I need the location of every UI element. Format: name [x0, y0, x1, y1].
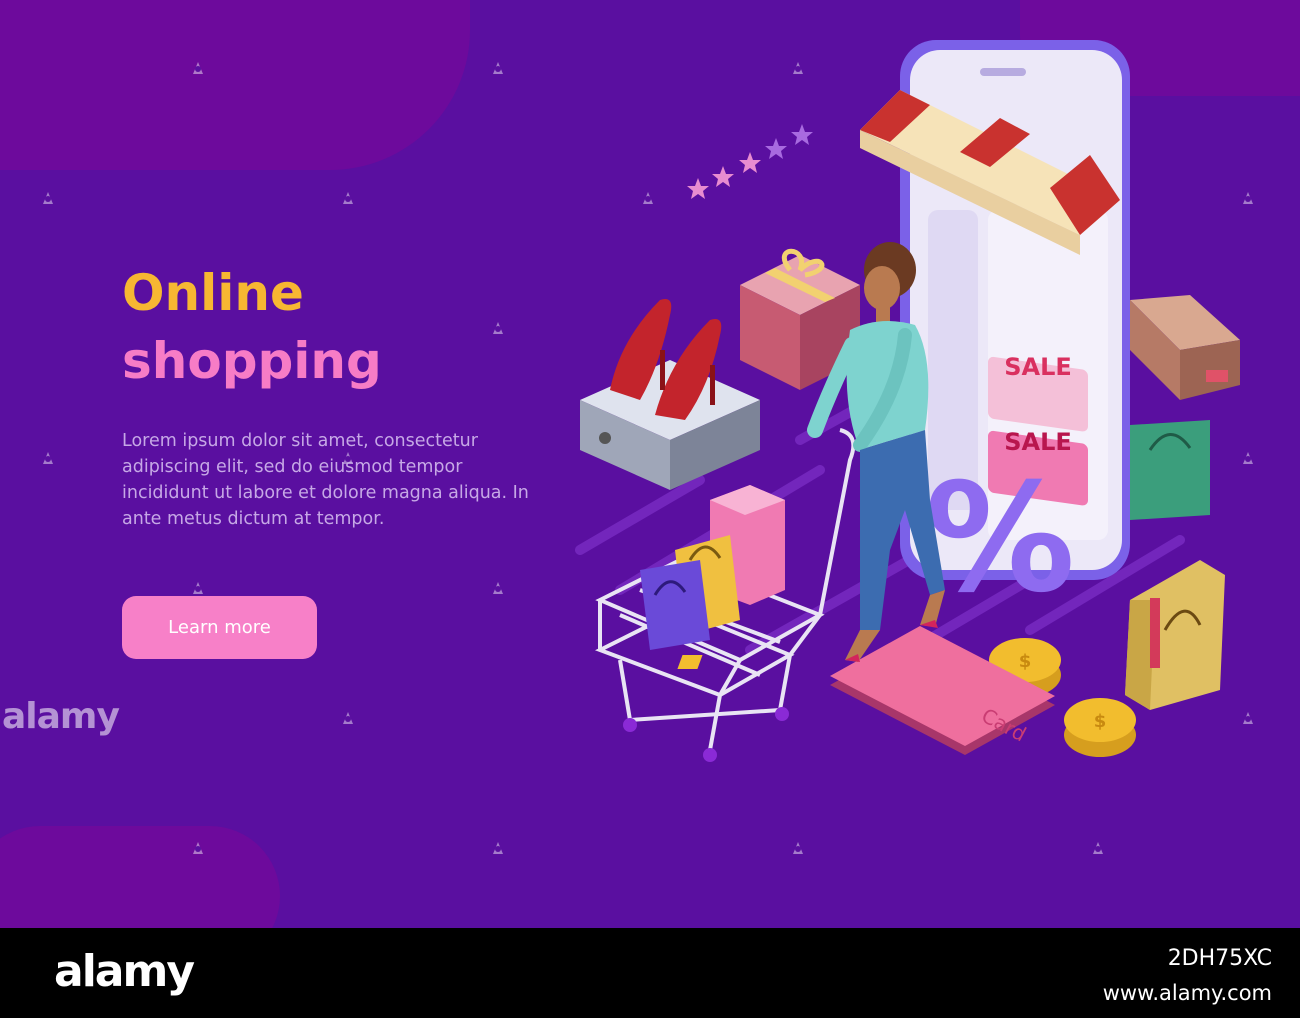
star-icon: [765, 138, 787, 159]
watermark-text: alamy: [2, 696, 120, 737]
watermark-icon: [343, 192, 353, 204]
shopping-bag-icon: [1130, 420, 1210, 520]
coin-symbol: $: [1094, 711, 1107, 732]
watermark-icon: [793, 842, 803, 854]
learn-more-button[interactable]: Learn more: [122, 596, 317, 659]
watermark-icon: [493, 322, 503, 334]
watermark-icon: [193, 842, 203, 854]
image-id: 2DH75XC: [1167, 946, 1272, 971]
decor-blob-bottom-left: [0, 826, 280, 928]
decor-blob-top-left: [0, 0, 470, 170]
shopping-bag-icon: [1125, 560, 1225, 710]
watermark-icon: [193, 582, 203, 594]
cart-bags: [640, 485, 785, 650]
hero-banner: alamy Online shopping Lorem ipsum dolor …: [0, 0, 1300, 928]
hero-description: Lorem ipsum dolor sit amet, consectetur …: [122, 431, 529, 529]
coin-symbol: $: [1019, 651, 1032, 672]
online-shopping-illustration: SALE SALE % $ $ Card: [575, 40, 1240, 762]
sale-tag-label-1: SALE: [1004, 353, 1072, 381]
footer-image-info: 2DH75XC www.alamy.com: [1103, 942, 1272, 1010]
hero-title-line2: shopping: [122, 332, 382, 390]
hero-title-line1: Online: [122, 264, 304, 322]
watermark-icon: [43, 192, 53, 204]
watermark-icon: [1093, 842, 1103, 854]
footer-logo: alamy: [54, 946, 195, 997]
watermark-icon: [493, 582, 503, 594]
watermark-icon: [343, 712, 353, 724]
watermark-icon: [43, 452, 53, 464]
footer-url: www.alamy.com: [1102, 981, 1272, 1005]
star-icon: [687, 178, 709, 199]
star-icon: [739, 152, 761, 173]
percent-sign-icon: %: [925, 452, 1075, 626]
watermark-icon: [193, 62, 203, 74]
watermark-icon: [493, 62, 503, 74]
rating-stars: [687, 124, 813, 199]
watermark-icon: [493, 842, 503, 854]
star-icon: [712, 166, 734, 187]
star-icon: [791, 124, 813, 145]
wallet-icon: [1130, 295, 1240, 400]
